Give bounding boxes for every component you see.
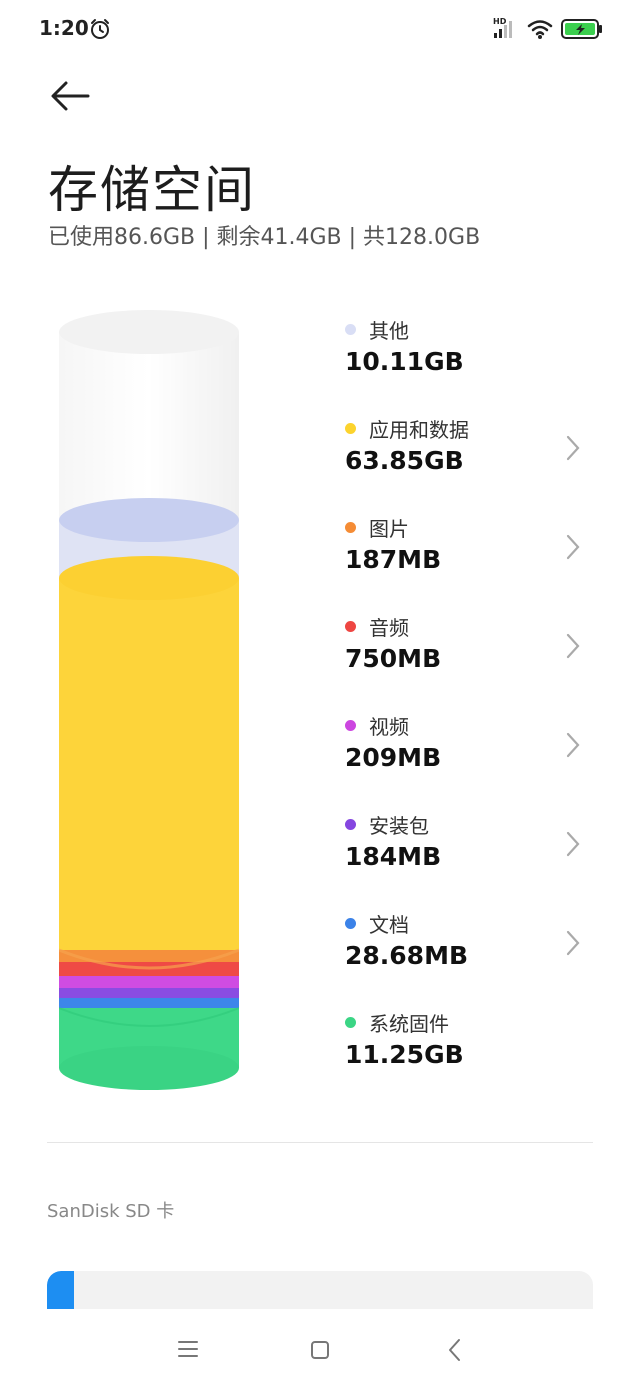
menu-icon[interactable] — [172, 1336, 204, 1362]
category-docs-dot — [345, 918, 356, 929]
cylinder-bottom — [59, 1046, 239, 1090]
category-size: 11.25GB — [345, 1040, 464, 1069]
section-divider — [47, 1142, 593, 1143]
category-label: 图片 — [369, 517, 409, 541]
cylinder-segment-docs — [59, 998, 239, 1008]
cylinder-segment-apk — [59, 988, 239, 998]
category-images[interactable]: 图片 187MB — [345, 513, 595, 583]
home-icon[interactable] — [304, 1334, 336, 1366]
category-size: 184MB — [345, 842, 442, 871]
back-icon[interactable] — [440, 1334, 470, 1366]
cylinder-segment-other-top — [59, 498, 239, 542]
status-time: 1:20 — [39, 16, 89, 40]
category-audio-dot — [345, 621, 356, 632]
category-size: 209MB — [345, 743, 442, 772]
cylinder-segment-apps-top — [59, 556, 239, 600]
category-label: 其他 — [369, 319, 409, 343]
category-label: 安装包 — [369, 814, 429, 838]
category-system: 系统固件 11.25GB — [345, 1008, 595, 1078]
page-title: 存储空间 — [48, 161, 256, 219]
category-apps[interactable]: 应用和数据 63.85GB — [345, 414, 595, 484]
chevron-right-icon — [566, 930, 580, 956]
back-button[interactable] — [48, 78, 92, 114]
category-size: 28.68MB — [345, 941, 469, 970]
cylinder-segment-video — [59, 976, 239, 988]
wifi-icon — [527, 20, 553, 39]
cylinder-free-space — [59, 332, 239, 522]
category-label: 音频 — [369, 616, 409, 640]
cylinder-top — [59, 310, 239, 354]
category-apk-dot — [345, 819, 356, 830]
category-other: 其他 10.11GB — [345, 315, 595, 385]
category-apk[interactable]: 安装包 184MB — [345, 810, 595, 880]
chevron-right-icon — [566, 732, 580, 758]
category-other-dot — [345, 324, 356, 335]
category-label: 系统固件 — [369, 1012, 449, 1036]
category-label: 视频 — [369, 715, 409, 739]
cylinder-segment-apps — [59, 578, 239, 950]
chevron-right-icon — [566, 534, 580, 560]
sd-card-label: SanDisk SD 卡 — [47, 1201, 175, 1222]
category-label: 文档 — [369, 913, 409, 937]
navigation-bar — [0, 1309, 640, 1387]
category-images-dot — [345, 522, 356, 533]
battery-charging-icon — [561, 19, 602, 39]
signal-hd-badge: HD — [493, 17, 507, 26]
category-size: 750MB — [345, 644, 442, 673]
category-docs[interactable]: 文档 28.68MB — [345, 909, 595, 979]
chevron-right-icon — [566, 435, 580, 461]
category-system-dot — [345, 1017, 356, 1028]
chevron-right-icon — [566, 633, 580, 659]
status-bar: 1:20 HD — [0, 0, 640, 60]
category-video-dot — [345, 720, 356, 731]
category-label: 应用和数据 — [369, 418, 469, 442]
category-audio[interactable]: 音频 750MB — [345, 612, 595, 682]
chevron-right-icon — [566, 831, 580, 857]
category-apps-dot — [345, 423, 356, 434]
category-size: 10.11GB — [345, 347, 464, 376]
category-size: 63.85GB — [345, 446, 464, 475]
category-size: 187MB — [345, 545, 442, 574]
usage-summary: 已使用86.6GB | 剩余41.4GB | 共128.0GB — [48, 225, 481, 250]
signal-icon: HD — [493, 17, 512, 38]
alarm-icon — [91, 19, 109, 39]
category-video[interactable]: 视频 209MB — [345, 711, 595, 781]
storage-cylinder — [59, 310, 239, 1090]
